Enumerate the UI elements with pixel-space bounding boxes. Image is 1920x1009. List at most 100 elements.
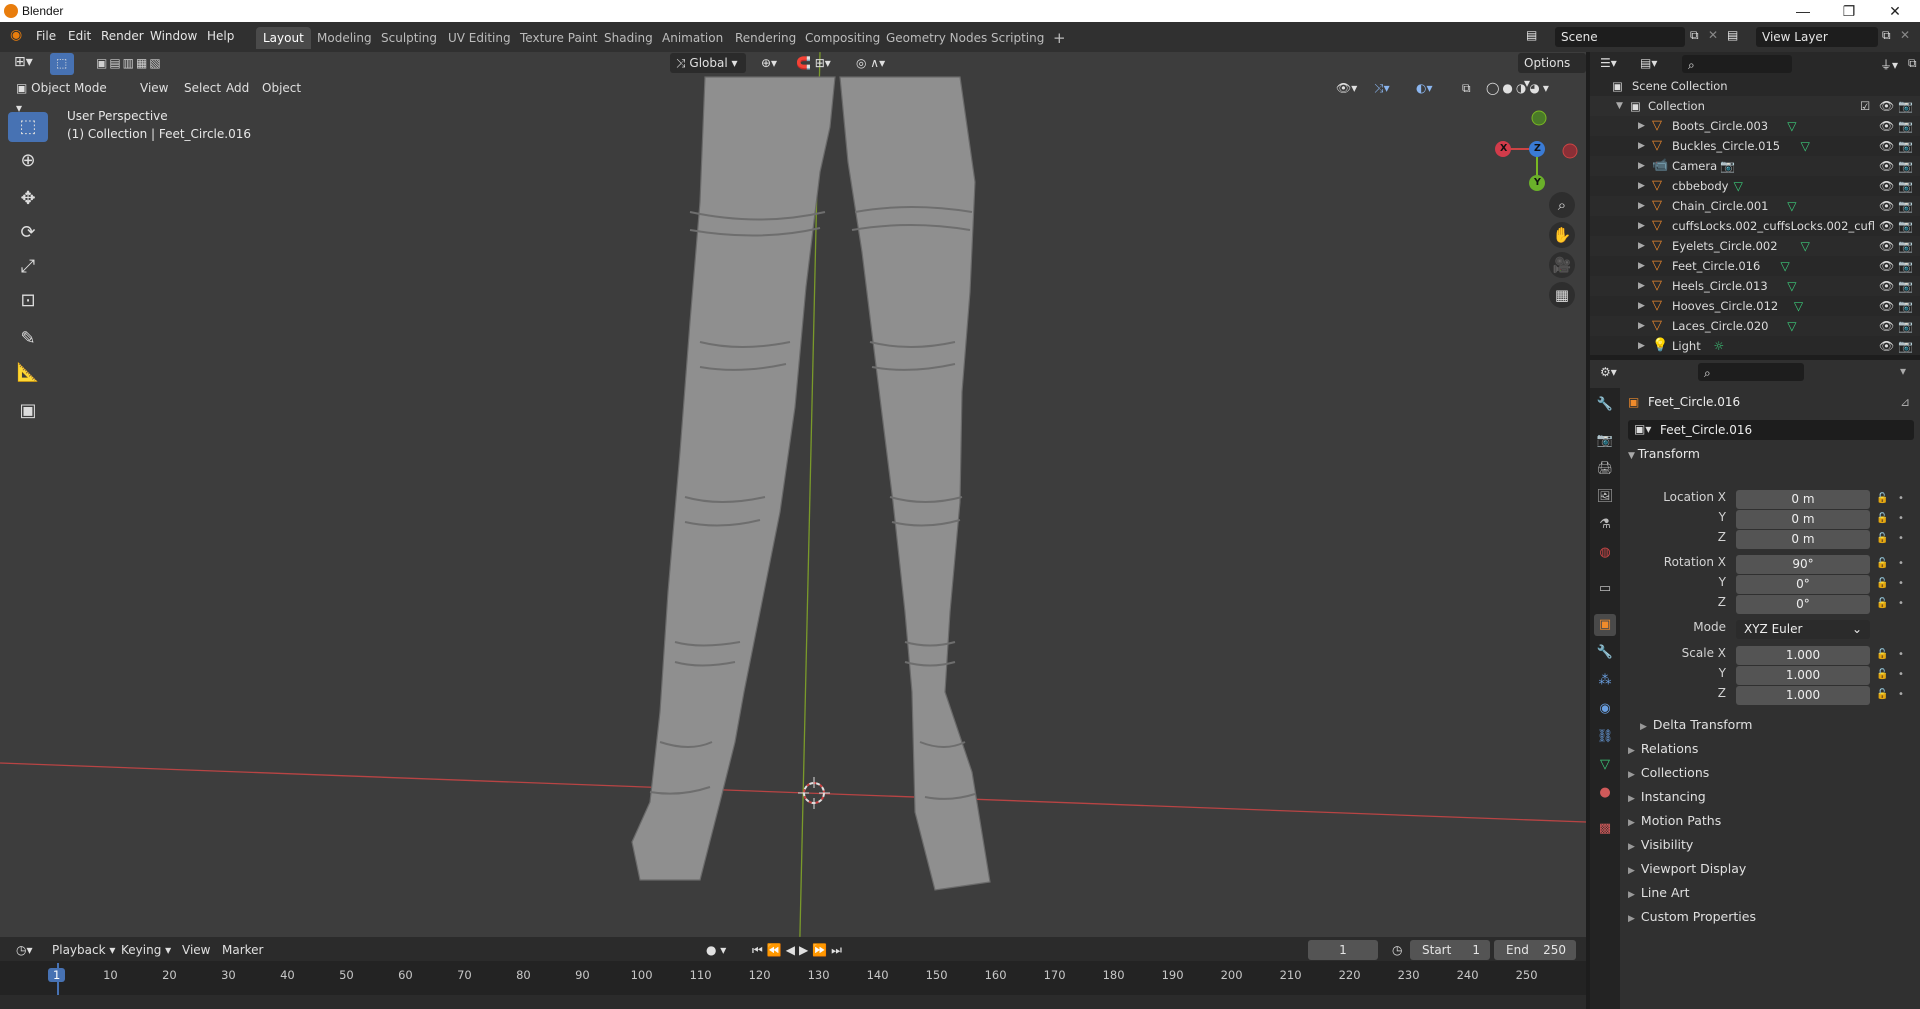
render-camera-icon[interactable]: 📷: [1898, 316, 1913, 336]
visibility-eye-icon[interactable]: 👁: [1879, 176, 1894, 196]
expand-triangle-icon[interactable]: ▶: [1638, 176, 1645, 196]
menu-object[interactable]: Object: [256, 78, 307, 98]
tab-layout[interactable]: Layout: [256, 27, 311, 49]
collection-checkbox-icon[interactable]: ☑: [1860, 96, 1870, 116]
transform-orientation-dropdown[interactable]: ⤨ Global ▾: [670, 53, 746, 73]
visibility-eye-icon[interactable]: 👁: [1879, 216, 1894, 236]
delta-transform-subpanel[interactable]: ▶ Delta Transform: [1640, 717, 1752, 732]
properties-subpanel[interactable]: ▶ Visibility: [1628, 837, 1693, 852]
properties-subpanel[interactable]: ▶ Instancing: [1628, 789, 1706, 804]
properties-options-icon[interactable]: ▾: [1900, 364, 1906, 378]
keyframe-dot-icon[interactable]: •: [1898, 669, 1904, 680]
timeline-menu-marker[interactable]: Marker: [216, 940, 269, 960]
mesh-data-icon[interactable]: ▽: [1781, 256, 1790, 276]
outliner-collection[interactable]: ▼ ▣ Collection ☑ 👁 📷: [1590, 96, 1920, 116]
render-camera-icon[interactable]: 📷: [1898, 96, 1913, 116]
camera-data-icon[interactable]: 📷: [1720, 156, 1735, 176]
view-layer-browse-icon[interactable]: ▤: [1727, 28, 1738, 42]
scene-browse-icon[interactable]: ▤: [1526, 28, 1537, 42]
select-box-tool-icon[interactable]: ⬚: [8, 112, 48, 142]
render-camera-icon[interactable]: 📷: [1898, 136, 1913, 156]
tab-shading[interactable]: Shading: [597, 27, 660, 49]
proportional-edit-icon[interactable]: ◎ ∧▾: [850, 53, 891, 73]
outliner-scene-collection[interactable]: ▣ Scene Collection: [1590, 76, 1920, 96]
mesh-data-icon[interactable]: ▽: [1801, 236, 1810, 256]
expand-triangle-icon[interactable]: ▼: [1616, 96, 1623, 116]
lock-icon[interactable]: 🔓: [1876, 689, 1888, 700]
object-tab-icon[interactable]: ▣: [1594, 614, 1616, 636]
ortho-grid-icon[interactable]: ▦: [1549, 282, 1575, 308]
expand-triangle-icon[interactable]: ▶: [1638, 136, 1645, 156]
render-camera-icon[interactable]: 📷: [1898, 176, 1913, 196]
lock-icon[interactable]: 🔓: [1876, 513, 1888, 524]
annotate-tool-icon[interactable]: ✎: [8, 324, 48, 354]
selection-mode-icons[interactable]: ▣▤▥▦▧: [90, 53, 184, 73]
tab-modeling[interactable]: Modeling: [310, 27, 379, 49]
render-camera-icon[interactable]: 📷: [1898, 216, 1913, 236]
lock-icon[interactable]: 🔓: [1876, 669, 1888, 680]
snap-icon[interactable]: 🧲 ⊞▾: [790, 53, 837, 73]
move-tool-icon[interactable]: ✥: [8, 184, 48, 214]
rotate-tool-icon[interactable]: ⟳: [8, 218, 48, 248]
filter-icon[interactable]: ⏚▾: [1880, 56, 1898, 73]
datablock-browse-icon[interactable]: ▣▾: [1634, 422, 1651, 436]
mesh-data-icon[interactable]: ▽: [1787, 276, 1796, 296]
playback-controls-icons[interactable]: ⏮⏪◀▶⏩⏭: [746, 940, 852, 960]
3d-viewport[interactable]: X Z Y User Perspective (1) Collection | …: [0, 52, 1586, 937]
pin-icon[interactable]: ⊿: [1900, 395, 1910, 409]
view-layer-field[interactable]: View Layer: [1756, 27, 1878, 47]
scene-name-field[interactable]: Scene: [1555, 27, 1685, 47]
outliner-item[interactable]: ▶ ▽ cbbebody 👁 📷 ▽: [1590, 176, 1920, 196]
scale-y-field[interactable]: 1.000: [1736, 666, 1870, 685]
collection-tab-icon[interactable]: ▭: [1594, 578, 1616, 600]
properties-subpanel[interactable]: ▶ Viewport Display: [1628, 861, 1746, 876]
visibility-eye-icon[interactable]: 👁: [1879, 156, 1894, 176]
outliner-item[interactable]: ▶ ▽ Boots_Circle.003 👁 📷 ▽: [1590, 116, 1920, 136]
menu-view[interactable]: View: [134, 78, 174, 98]
rotation-x-field[interactable]: 90°: [1736, 555, 1870, 574]
keyframe-dot-icon[interactable]: •: [1898, 649, 1904, 660]
visibility-eye-icon[interactable]: 👁: [1879, 196, 1894, 216]
tab-uv-editing[interactable]: UV Editing: [441, 27, 518, 49]
output-tab-icon[interactable]: 🖨: [1594, 458, 1616, 480]
gizmo-y-label[interactable]: Y: [1534, 177, 1541, 188]
blender-menu-icon[interactable]: ◉: [10, 27, 22, 43]
visibility-eye-icon[interactable]: 👁: [1879, 96, 1894, 116]
tab-scripting[interactable]: Scripting: [984, 27, 1051, 49]
timeline-editor-type-icon[interactable]: ◷▾: [10, 940, 39, 960]
keyframe-dot-icon[interactable]: •: [1898, 689, 1904, 700]
measure-tool-icon[interactable]: 📐: [8, 358, 48, 388]
visibility-eye-icon[interactable]: 👁: [1879, 336, 1894, 356]
tool-tab-icon[interactable]: 🔧: [1594, 394, 1616, 416]
expand-triangle-icon[interactable]: ▶: [1638, 256, 1645, 276]
tab-rendering[interactable]: Rendering: [728, 27, 803, 49]
menu-help[interactable]: Help: [207, 29, 234, 43]
properties-subpanel[interactable]: ▶ Motion Paths: [1628, 813, 1721, 828]
constraints-tab-icon[interactable]: ⛓: [1594, 726, 1616, 748]
add-workspace-icon[interactable]: +: [1046, 27, 1073, 49]
modifier-tab-icon[interactable]: 🔧: [1594, 642, 1616, 664]
outliner-item[interactable]: ▶ ▽ Chain_Circle.001 👁 📷 ▽: [1590, 196, 1920, 216]
options-dropdown[interactable]: Options ▾: [1518, 53, 1586, 90]
delete-view-layer-icon[interactable]: ✕: [1900, 28, 1910, 42]
visibility-eye-icon[interactable]: 👁: [1879, 136, 1894, 156]
outliner-item[interactable]: ▶ ▽ Hooves_Circle.012 👁 📷 ▽: [1590, 296, 1920, 316]
auto-keying-icon[interactable]: ● ▾: [700, 940, 732, 960]
expand-triangle-icon[interactable]: ▶: [1638, 216, 1645, 236]
scale-z-field[interactable]: 1.000: [1736, 686, 1870, 705]
mesh-data-icon[interactable]: ▽: [1734, 176, 1743, 196]
outliner-item[interactable]: ▶ ▽ Heels_Circle.013 👁 📷 ▽: [1590, 276, 1920, 296]
view-layer-tab-icon[interactable]: 🖼: [1594, 486, 1616, 508]
mesh-data-icon[interactable]: ▽: [1787, 116, 1796, 136]
render-camera-icon[interactable]: 📷: [1898, 336, 1913, 356]
start-frame-field[interactable]: Start 1: [1410, 940, 1490, 960]
expand-triangle-icon[interactable]: ▶: [1638, 236, 1645, 256]
visibility-eye-icon[interactable]: 👁: [1879, 316, 1894, 336]
render-camera-icon[interactable]: 📷: [1898, 276, 1913, 296]
physics-tab-icon[interactable]: ◉: [1594, 698, 1616, 720]
gizmo-z-label[interactable]: Z: [1534, 143, 1541, 154]
menu-edit[interactable]: Edit: [68, 29, 91, 43]
keyframe-dot-icon[interactable]: •: [1898, 578, 1904, 589]
visibility-filter-icon[interactable]: 👁▾: [1330, 78, 1363, 98]
minimize-icon[interactable]: —: [1780, 0, 1826, 22]
